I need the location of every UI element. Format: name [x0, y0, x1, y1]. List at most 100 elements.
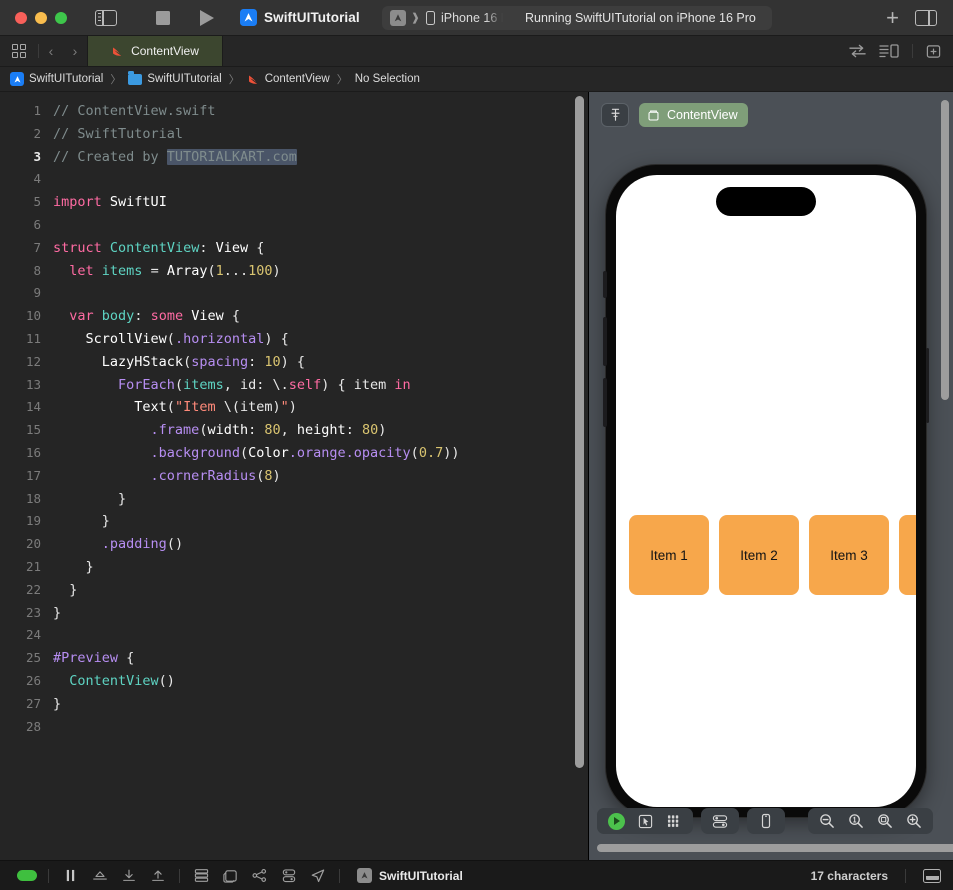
item-card[interactable]: Item 3 [809, 515, 889, 595]
code-token: : [199, 239, 216, 256]
code-line[interactable]: 5 import SwiftUI [0, 191, 589, 214]
zoom-window-button[interactable] [55, 11, 67, 24]
zoom-actual-size-button[interactable] [843, 811, 869, 831]
selectable-mode-button[interactable] [632, 811, 658, 831]
project-title[interactable]: SwiftUITutorial [240, 9, 360, 26]
simulate-location-icon [311, 868, 324, 882]
volume-down-button [603, 378, 607, 427]
code-line[interactable]: 21 } [0, 556, 589, 579]
scheme-destination-bar[interactable]: ❱ iPhone 16 Pro Running SwiftUITutorial … [381, 5, 772, 30]
code-line[interactable]: 9 [0, 282, 589, 305]
code-line[interactable]: 19 } [0, 510, 589, 533]
zoom-in-button[interactable] [901, 811, 927, 831]
add-editor-button[interactable]: + [886, 6, 899, 29]
zoom-to-fit-button[interactable] [872, 811, 898, 831]
code-line[interactable]: 26 ContentView() [0, 670, 589, 693]
code-line[interactable]: 3 // Created by TUTORIALKART.com [0, 146, 589, 169]
toggle-debug-area-button[interactable] [923, 868, 941, 883]
swap-editors-icon[interactable] [849, 44, 866, 58]
code-line[interactable]: 15 .frame(width: 80, height: 80) [0, 419, 589, 442]
code-line[interactable]: 20 .padding() [0, 533, 589, 556]
live-preview-button[interactable] [603, 811, 629, 831]
code-line[interactable]: 27} [0, 693, 589, 716]
close-window-button[interactable] [15, 11, 27, 24]
step-out-button[interactable] [143, 865, 172, 887]
item-card[interactable]: Item 2 [719, 515, 799, 595]
pin-preview-button[interactable] [601, 103, 629, 127]
item-card-label: Item 3 [830, 547, 868, 563]
code-line[interactable]: 1 // ContentView.swift [0, 100, 589, 123]
code-line[interactable]: 12 LazyHStack(spacing: 10) { [0, 351, 589, 374]
pause-button[interactable] [56, 865, 85, 887]
swift-file-icon [113, 46, 122, 56]
step-over-button[interactable] [85, 865, 114, 887]
volume-up-button [603, 317, 607, 366]
toggle-inspector-button[interactable] [915, 9, 937, 26]
code-line[interactable]: 18 } [0, 488, 589, 511]
code-line[interactable]: 4 [0, 168, 589, 191]
build-indicator[interactable] [12, 865, 41, 887]
variants-button[interactable] [661, 811, 687, 831]
character-count-label: 17 characters [810, 868, 888, 883]
navigate-forward-button[interactable]: › [63, 36, 87, 66]
breadcrumb-label: SwiftUITutorial [147, 73, 222, 85]
canvas-horizontal-scrollbar[interactable] [597, 844, 953, 852]
code-line[interactable]: 10 var body: some View { [0, 305, 589, 328]
code-line[interactable]: 13 ForEach(items, id: \.self) { item in [0, 374, 589, 397]
zoom-actual-size-icon [849, 814, 863, 828]
iphone-preview-device[interactable]: Item 1Item 2Item 3Item 4Item 5Item 6 [603, 165, 929, 817]
device-picker-button[interactable] [753, 811, 779, 831]
code-token: height [296, 422, 346, 439]
minimize-window-button[interactable] [35, 11, 47, 24]
code-line[interactable]: 7 struct ContentView: View { [0, 237, 589, 260]
code-line[interactable]: 2 // SwiftTutorial [0, 123, 589, 146]
code-line[interactable]: 14 Text("Item \(item)") [0, 396, 589, 419]
status-scheme[interactable]: SwiftUITutorial [357, 868, 463, 883]
lazy-hstack[interactable]: Item 1Item 2Item 3Item 4Item 5Item 6 [616, 515, 916, 595]
navigate-back-button[interactable]: ‹ [39, 36, 63, 66]
add-editor-icon[interactable] [926, 44, 941, 59]
memory-graph-button[interactable] [216, 865, 245, 887]
code-line[interactable]: 8 let items = Array(1...100) [0, 260, 589, 283]
run-button[interactable] [192, 9, 222, 26]
preview-name-chip[interactable]: ContentView [639, 103, 748, 127]
device-settings-button[interactable] [707, 811, 733, 831]
code-token: Array [166, 262, 208, 279]
code-line[interactable]: 11 ScrollView(.horizontal) { [0, 328, 589, 351]
code-editor[interactable]: 1 // ContentView.swift 2 // SwiftTutorial 3 /… [0, 92, 589, 860]
simulate-location-button[interactable] [303, 865, 332, 887]
code-line[interactable]: 24 [0, 624, 589, 647]
breadcrumb-item-group[interactable]: SwiftUITutorial [128, 71, 222, 85]
item-card[interactable]: Item 1 [629, 515, 709, 595]
line-number: 11 [25, 330, 41, 346]
device-conditions-button[interactable] [274, 865, 303, 887]
breadcrumb-item-file[interactable]: ContentView [247, 73, 330, 86]
minimap-toggle-icon[interactable] [879, 44, 899, 58]
code-lines[interactable]: 1 // ContentView.swift 2 // SwiftTutorial 3 /… [0, 92, 589, 738]
canvas-vertical-scrollbar[interactable] [941, 100, 949, 400]
code-line[interactable]: 22 } [0, 579, 589, 602]
code-line[interactable]: 23} [0, 602, 589, 625]
toggle-navigator-button[interactable] [93, 8, 119, 28]
code-line[interactable]: 25 #Preview { [0, 647, 589, 670]
swift-file-icon [248, 74, 257, 84]
step-into-button[interactable] [114, 865, 143, 887]
code-line[interactable]: 6 [0, 214, 589, 237]
breadcrumb-item-selection[interactable]: No Selection [355, 73, 420, 85]
code-line[interactable]: 17 .cornerRadius(8) [0, 465, 589, 488]
code-line[interactable]: 16 .background(Color.orange.opacity(0.7)… [0, 442, 589, 465]
debug-view-hierarchy-button[interactable] [187, 865, 216, 887]
code-line[interactable]: 28 [0, 716, 589, 739]
code-line-content: Text("Item \(item)") [53, 396, 297, 419]
zoom-out-button[interactable] [814, 811, 840, 831]
editor-vertical-scrollbar[interactable] [575, 96, 584, 768]
show-tab-overview-button[interactable] [0, 36, 38, 66]
item-card[interactable]: Item 4 [899, 515, 916, 595]
breadcrumb-item-project[interactable]: SwiftUITutorial [10, 72, 103, 86]
stop-button[interactable] [148, 10, 178, 25]
status-bar-right-group: 17 characters [810, 868, 941, 883]
environment-overrides-button[interactable] [245, 865, 274, 887]
tab-contentview[interactable]: ContentView [87, 36, 223, 66]
device-screen[interactable]: Item 1Item 2Item 3Item 4Item 5Item 6 [616, 175, 916, 807]
